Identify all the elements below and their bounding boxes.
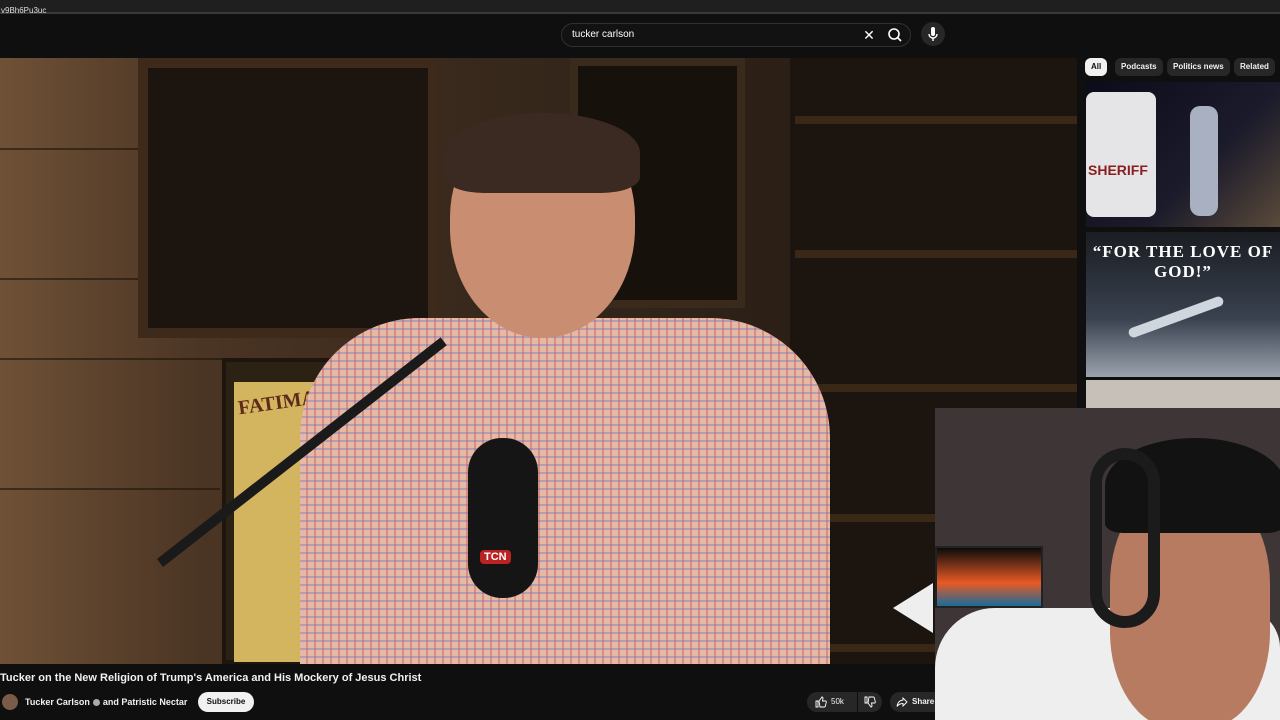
collab-text[interactable]: and Patristic Nectar [103,697,188,707]
avatar[interactable] [2,694,18,710]
thumbs-up-icon [815,696,827,708]
headset [1090,448,1160,628]
browser-url-bar[interactable]: v9Bh6Pu3uc [0,0,1280,15]
host-hair [445,113,640,193]
thumbs-down-icon [864,696,876,708]
search-box[interactable]: tucker carlson ✕ [561,23,911,47]
video-info: Tucker on the New Religion of Trump's Am… [0,664,935,720]
search-input[interactable]: tucker carlson [572,29,634,40]
recommended-video-thumbnail[interactable] [1086,380,1280,408]
video-player[interactable]: FATIMA TCN [0,58,1077,664]
video-title: Tucker on the New Religion of Trump's Am… [0,672,422,684]
share-icon [896,696,908,708]
dislike-button[interactable] [858,692,882,712]
recommended-video-thumbnail[interactable]: “FOR THE LOVE OF GOD!” [1086,232,1280,377]
microphone: TCN [468,438,538,598]
like-button[interactable]: 50k [807,692,857,712]
channel-line: Tucker Carlson and Patristic Nectar [25,697,187,707]
top-bar: tucker carlson ✕ [0,16,1280,58]
shelf [795,250,1077,258]
channel-name[interactable]: Tucker Carlson [25,697,90,707]
thumb-figure [1190,106,1218,216]
voice-search-button[interactable] [921,22,945,46]
share-label: Share [912,697,935,706]
verified-icon [92,699,100,707]
search-icon [888,28,902,42]
webcam-overlay [935,408,1280,720]
chip-related[interactable]: Related [1234,58,1275,76]
arrow-icon [893,583,933,633]
like-count: 50k [831,697,844,706]
chip-podcasts[interactable]: Podcasts [1115,58,1163,76]
host-shirt [300,318,830,664]
thumb-car [1086,92,1156,217]
thumb-text: SHERIFF [1088,162,1148,178]
wall-plank [0,488,220,490]
thumb-plane [1127,295,1225,339]
shelf [795,116,1077,124]
shelf [795,384,1077,392]
mic-icon [928,27,938,41]
clear-icon[interactable]: ✕ [860,26,878,44]
thumb-text: “FOR THE LOVE OF GOD!” [1092,242,1274,281]
search-button[interactable] [884,26,906,44]
url-text: v9Bh6Pu3uc [1,6,47,15]
wall-plank [0,358,230,360]
recommended-video-thumbnail[interactable]: SHERIFF [1086,82,1280,227]
chip-all[interactable]: All [1085,58,1108,76]
subscribe-button[interactable]: Subscribe [198,692,254,712]
wall-plank [0,148,140,150]
wall-plank [0,278,140,280]
fireplace [935,546,1043,608]
chip-politics-news[interactable]: Politics news [1167,58,1230,76]
share-button[interactable]: Share [890,692,935,712]
mic-logo: TCN [480,550,511,564]
